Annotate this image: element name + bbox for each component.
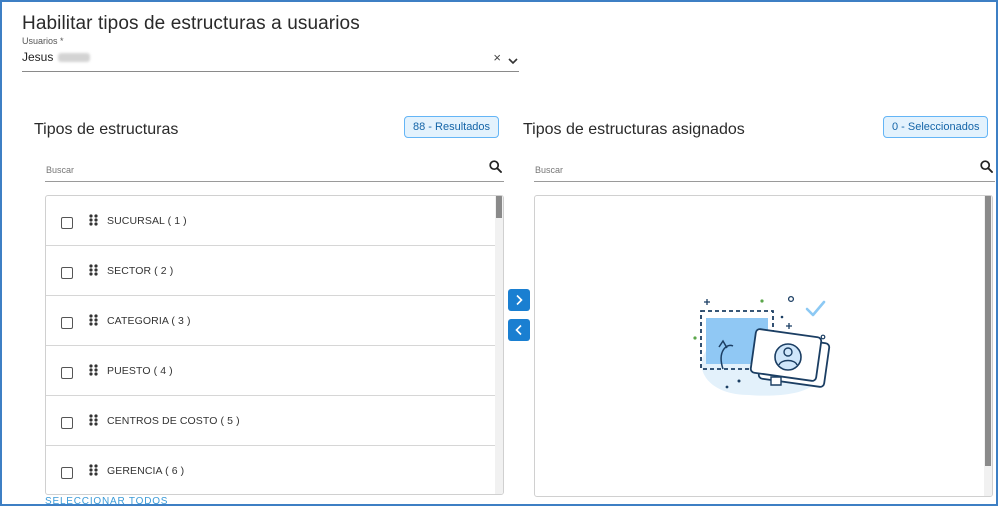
item-checkbox[interactable] <box>61 317 73 329</box>
item-checkbox[interactable] <box>61 217 73 229</box>
list-item[interactable]: CENTROS DE COSTO ( 5 ) <box>46 396 496 446</box>
drag-handle-icon[interactable] <box>89 263 98 281</box>
chevron-down-icon[interactable] <box>508 52 518 70</box>
drag-handle-icon[interactable] <box>89 363 98 381</box>
item-label: CENTROS DE COSTO ( 5 ) <box>107 415 240 427</box>
selected-badge[interactable]: 0 - Seleccionados <box>883 116 989 138</box>
list-item[interactable]: CATEGORIA ( 3 ) <box>46 296 496 346</box>
users-field-value: Jesus <box>22 50 91 64</box>
item-checkbox[interactable] <box>61 267 73 279</box>
redacted-surname <box>58 53 91 63</box>
available-scrollbar-thumb[interactable] <box>496 196 502 218</box>
item-label: CATEGORIA ( 3 ) <box>107 315 191 327</box>
list-item[interactable]: PUESTO ( 4 ) <box>46 346 496 396</box>
assigned-search[interactable]: Buscar <box>534 160 995 182</box>
results-badge[interactable]: 88 - Resultados <box>404 116 500 138</box>
list-item[interactable]: SUCURSAL ( 1 ) <box>46 196 496 246</box>
chevron-right-icon <box>516 294 523 306</box>
app-frame: Habilitar tipos de estructuras a usuario… <box>0 0 998 506</box>
move-left-button[interactable] <box>508 319 530 341</box>
chevron-left-icon <box>515 324 522 336</box>
item-label: GERENCIA ( 6 ) <box>107 465 185 477</box>
select-all-link[interactable]: SELECCIONAR TODOS <box>45 496 168 504</box>
clear-icon[interactable]: × <box>493 51 501 64</box>
assigned-panel-title: Tipos de estructuras asignados <box>523 121 745 138</box>
item-label: SUCURSAL ( 1 ) <box>107 215 187 227</box>
item-checkbox[interactable] <box>61 467 73 479</box>
users-field-value-text: Jesus <box>22 50 54 64</box>
assigned-scrollbar-thumb[interactable] <box>985 196 991 466</box>
drag-to-assign-illustration <box>693 295 831 396</box>
assigned-search-input[interactable]: Buscar <box>535 165 563 175</box>
item-checkbox[interactable] <box>61 367 73 379</box>
page-title: Habilitar tipos de estructuras a usuario… <box>22 13 360 34</box>
item-label: PUESTO ( 4 ) <box>107 365 173 377</box>
item-label: SECTOR ( 2 ) <box>107 265 174 277</box>
search-icon[interactable] <box>489 160 502 178</box>
available-search[interactable]: Buscar <box>45 160 504 182</box>
drag-handle-icon[interactable] <box>89 313 98 331</box>
item-checkbox[interactable] <box>61 417 73 429</box>
available-panel-title: Tipos de estructuras <box>34 121 179 138</box>
available-scrollbar[interactable] <box>495 196 503 494</box>
drag-handle-icon[interactable] <box>89 213 98 231</box>
list-item[interactable]: SECTOR ( 2 ) <box>46 246 496 296</box>
available-search-input[interactable]: Buscar <box>46 165 74 175</box>
available-list: SUCURSAL ( 1 ) SECTOR ( 2 ) CATEGORIA ( … <box>45 195 504 495</box>
assigned-scrollbar[interactable] <box>984 196 992 496</box>
search-icon[interactable] <box>980 160 993 178</box>
drag-handle-icon[interactable] <box>89 413 98 431</box>
move-right-button[interactable] <box>508 289 530 311</box>
list-item[interactable]: GERENCIA ( 6 ) <box>46 446 496 494</box>
users-select[interactable]: Usuarios * Jesus × <box>22 36 519 72</box>
assigned-list[interactable] <box>534 195 993 497</box>
drag-handle-icon[interactable] <box>89 463 98 481</box>
users-field-label: Usuarios * <box>22 36 64 46</box>
